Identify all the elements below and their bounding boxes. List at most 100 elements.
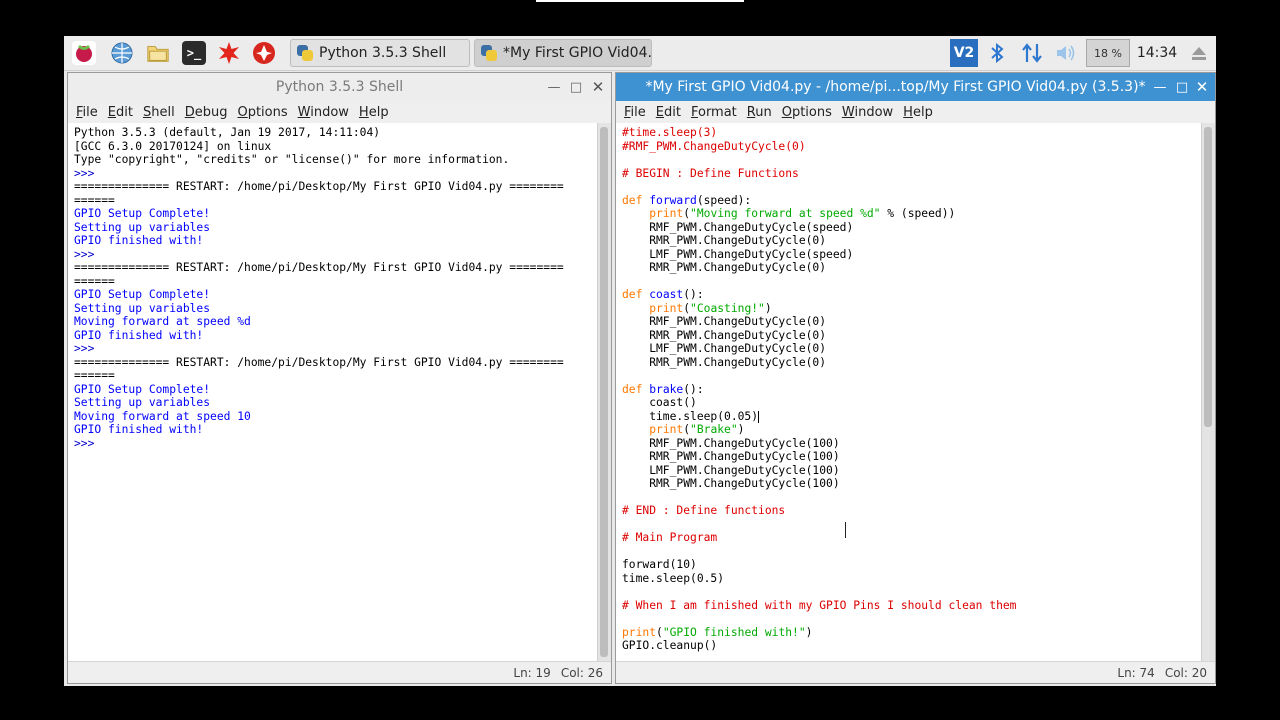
shell-line: >>>	[74, 167, 597, 181]
code-token: RMR_PWM.ChangeDutyCycle(100)	[622, 477, 840, 490]
code-token: RMR_PWM.ChangeDutyCycle(0)	[622, 355, 827, 369]
taskbar: >_ Python 3.5.3 Shell *My First GPIO Vid…	[64, 36, 1216, 71]
shell-line: GPIO finished with!	[74, 423, 597, 437]
minimize-icon[interactable]: —	[1149, 73, 1171, 101]
code-token: def	[622, 193, 650, 207]
shell-line-text: GPIO finished with!	[74, 234, 204, 247]
menu-options[interactable]: Options	[237, 105, 287, 120]
shell-line-text: Setting up variables	[74, 220, 211, 234]
bluetooth-icon[interactable]	[986, 39, 1008, 67]
code-token: % (speed))	[880, 207, 956, 220]
shell-line: ======	[74, 275, 597, 289]
close-icon[interactable]: ✕	[587, 73, 609, 101]
editor-menubar: File Edit Format Run Options Window Help	[616, 101, 1215, 123]
editor-window: *My First GPIO Vid04.py - /home/pi...top…	[615, 72, 1216, 684]
code-token: forward(10)	[622, 558, 697, 571]
file-manager-icon[interactable]	[146, 41, 170, 65]
code-token: "Coasting!"	[690, 301, 765, 315]
menu-debug[interactable]: Debug	[185, 105, 228, 120]
shell-output-area[interactable]: Python 3.5.3 (default, Jan 19 2017, 14:1…	[68, 123, 597, 661]
shell-column-number: Col: 26	[560, 665, 603, 680]
shell-line: ======	[74, 194, 597, 208]
shell-line: Moving forward at speed 10	[74, 410, 597, 424]
volume-icon[interactable]	[1054, 39, 1078, 67]
math-kernel-icon[interactable]	[217, 41, 241, 65]
menu-run[interactable]: Run	[747, 105, 772, 120]
shell-line-text: >>>	[74, 436, 102, 450]
raspberry-menu-icon[interactable]	[72, 41, 96, 65]
code-token: (	[656, 625, 663, 639]
shell-line: >>>	[74, 342, 597, 356]
shell-window: Python 3.5.3 Shell — □ ✕ File Edit Shell…	[67, 72, 612, 684]
code-line: RMR_PWM.ChangeDutyCycle(100)	[622, 477, 1201, 491]
menu-window[interactable]: Window	[298, 105, 349, 120]
cpu-usage-indicator: 18 %	[1086, 39, 1130, 67]
editor-code-area[interactable]: #time.sleep(3) #RMF_PWM.ChangeDutyCycle(0…	[616, 123, 1201, 661]
shell-title: Python 3.5.3 Shell	[275, 79, 404, 95]
shell-line-text: Setting up variables	[74, 301, 211, 315]
wolfram-icon[interactable]	[252, 41, 276, 65]
task-button-shell[interactable]: Python 3.5.3 Shell	[290, 39, 470, 67]
menu-window[interactable]: Window	[842, 105, 893, 120]
code-line: time.sleep(0.5)	[622, 572, 1201, 586]
minimize-icon[interactable]: —	[543, 73, 565, 101]
code-line: # When I am finished with my GPIO Pins I…	[622, 599, 1201, 613]
code-token: LMF_PWM.ChangeDutyCycle(100)	[622, 463, 840, 477]
menu-format[interactable]: Format	[691, 105, 737, 120]
code-token: time.sleep(0.05)	[622, 409, 759, 423]
code-line: RMR_PWM.ChangeDutyCycle(100)	[622, 450, 1201, 464]
text-cursor	[758, 410, 760, 423]
close-icon[interactable]: ✕	[1191, 73, 1213, 101]
shell-line-text: GPIO Setup Complete!	[74, 288, 211, 301]
code-token: time.sleep(0.5)	[622, 571, 725, 585]
network-icon[interactable]	[1020, 39, 1044, 67]
editor-scrollbar[interactable]	[1201, 123, 1215, 661]
terminal-icon[interactable]: >_	[182, 41, 206, 65]
menu-shell[interactable]: Shell	[143, 105, 175, 120]
editor-scroll-thumb[interactable]	[1204, 127, 1212, 427]
code-token: LMF_PWM.ChangeDutyCycle(0)	[622, 342, 827, 355]
mouse-ibeam-cursor-icon	[843, 522, 849, 538]
shell-scrollbar[interactable]	[597, 123, 611, 661]
menu-help[interactable]: Help	[359, 105, 389, 120]
shell-line: Moving forward at speed %d	[74, 315, 597, 329]
code-token: coast()	[622, 396, 697, 409]
shell-line-text: ============== RESTART: /home/pi/Desktop…	[74, 180, 564, 193]
shell-line: Setting up variables	[74, 302, 597, 316]
menu-edit[interactable]: Edit	[108, 105, 133, 120]
code-line: print("Brake")	[622, 423, 1201, 437]
clock[interactable]: 14:34	[1137, 39, 1177, 67]
shell-titlebar[interactable]: Python 3.5.3 Shell — □ ✕	[68, 73, 611, 101]
shell-line-text: Python 3.5.3 (default, Jan 19 2017, 14:1…	[74, 126, 381, 139]
menu-file[interactable]: File	[624, 105, 646, 120]
shell-line: >>>	[74, 248, 597, 262]
shell-line-text: GPIO Setup Complete!	[74, 207, 211, 220]
shell-line: ============== RESTART: /home/pi/Desktop…	[74, 261, 597, 275]
web-browser-icon[interactable]	[110, 41, 134, 65]
eject-icon[interactable]	[1188, 39, 1210, 67]
shell-scroll-thumb[interactable]	[600, 127, 608, 657]
code-token: "Brake"	[690, 423, 738, 436]
menu-help[interactable]: Help	[903, 105, 933, 120]
maximize-icon[interactable]: □	[565, 73, 587, 101]
menu-file[interactable]: File	[76, 105, 98, 120]
code-token: RMF_PWM.ChangeDutyCycle(0)	[622, 315, 827, 328]
code-token: print	[649, 207, 684, 220]
vnc-icon[interactable]: V2	[950, 39, 978, 67]
menu-edit[interactable]: Edit	[656, 105, 681, 120]
shell-line-text: ======	[74, 193, 115, 207]
maximize-icon[interactable]: □	[1171, 73, 1193, 101]
code-token: )	[764, 301, 772, 315]
code-line: LMF_PWM.ChangeDutyCycle(speed)	[622, 248, 1201, 262]
shell-line-text: GPIO Setup Complete!	[74, 382, 211, 396]
editor-column-number: Col: 20	[1164, 665, 1207, 680]
editor-titlebar[interactable]: *My First GPIO Vid04.py - /home/pi...top…	[616, 73, 1215, 101]
code-token: ():	[683, 288, 704, 301]
task-button-editor[interactable]: *My First GPIO Vid04...	[474, 39, 652, 67]
menu-options[interactable]: Options	[782, 105, 832, 120]
